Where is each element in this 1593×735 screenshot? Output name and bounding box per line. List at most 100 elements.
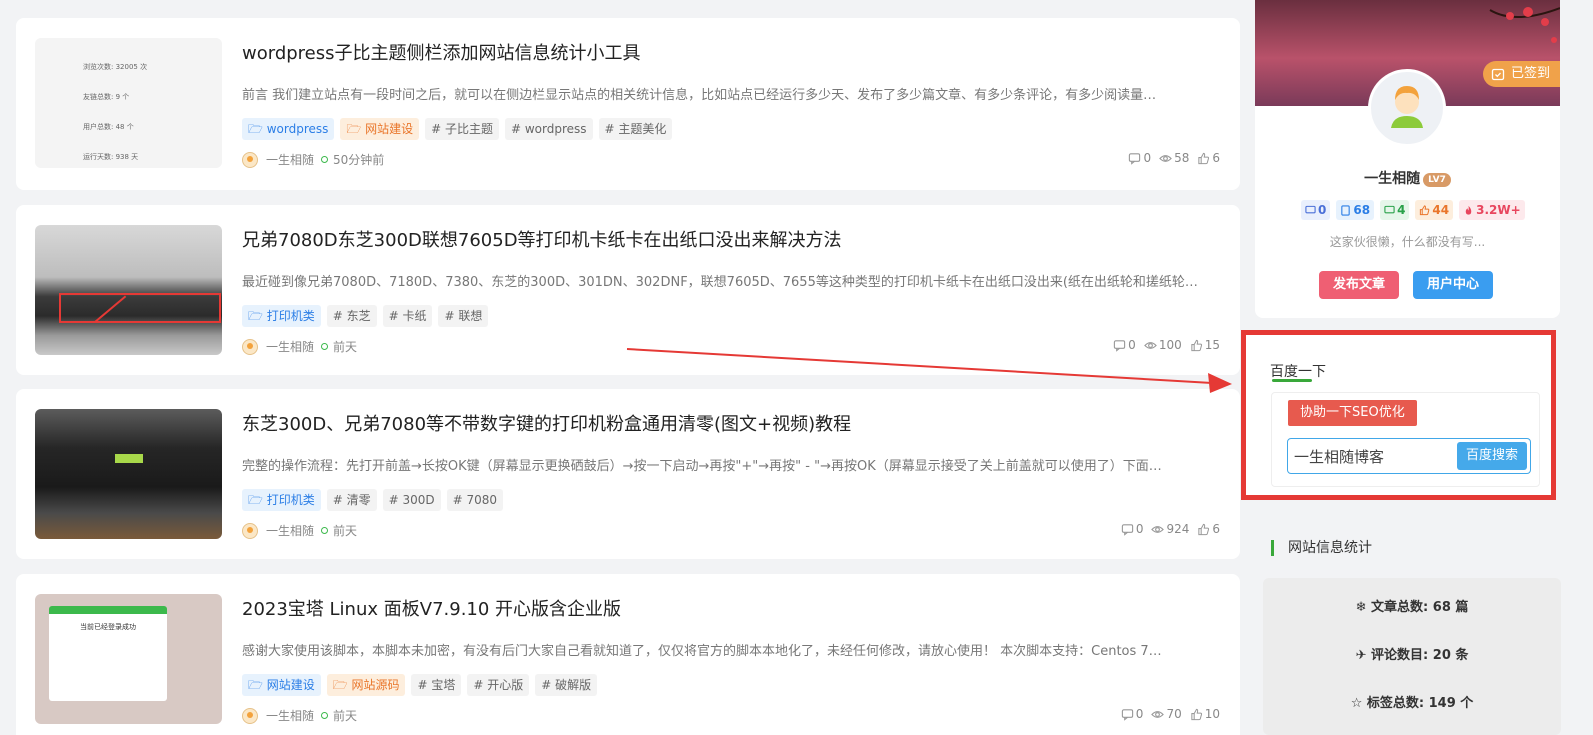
author-name[interactable]: 一生相随 <box>266 522 314 539</box>
topic-tag[interactable]: # 子比主题 <box>425 118 499 140</box>
folder-icon: 🗁 <box>332 678 348 692</box>
search-input-value[interactable]: 一生相随博客 <box>1294 446 1384 467</box>
plum-blossom-decoration <box>1489 7 1560 43</box>
author-name[interactable]: 一生相随 <box>266 151 314 168</box>
category-tag[interactable]: 🗁 wordpress <box>242 118 335 140</box>
username-row: 一生相随 LV7 <box>1255 168 1560 188</box>
user-avatar[interactable] <box>1368 69 1446 147</box>
online-dot-icon <box>321 156 329 163</box>
thumbs-up-icon[interactable] <box>1197 152 1210 165</box>
site-stats-panel: ❄ 文章总数: 68 篇 ✈ 评论数目: 20 条 ☆ 标签总数: 149 个 <box>1263 578 1561 735</box>
post-excerpt: 前言 我们建立站点有一段时间之后，就可以在侧边栏显示站点的相关统计信息，比如站点… <box>242 88 1157 103</box>
post-thumbnail[interactable] <box>35 409 222 539</box>
category-tag[interactable]: 🗁 打印机类 <box>242 305 321 327</box>
stat-comment-total: ✈ 评论数目: 20 条 <box>1355 648 1469 663</box>
thumbs-up-icon[interactable] <box>1197 523 1210 536</box>
baidu-search-widget: 百度一下 协助一下SEO优化 一生相随博客 百度搜索 <box>1241 330 1556 500</box>
like-count: 6 <box>1212 151 1220 165</box>
thumbs-up-icon[interactable] <box>1190 708 1203 721</box>
widget-title: 百度一下 <box>1270 364 1326 380</box>
like-count: 10 <box>1204 707 1220 721</box>
author-name[interactable]: 一生相随 <box>266 707 314 724</box>
post-card[interactable]: 当前已经登录成功 2023宝塔 Linux 面板V7.9.10 开心版含企业版 … <box>16 574 1240 735</box>
view-count: 70 <box>1166 707 1182 721</box>
level-badge: LV7 <box>1423 173 1451 187</box>
folder-icon: 🗁 <box>248 678 263 692</box>
post-meta: 一生相随 前天 <box>242 522 357 539</box>
avatar-icon <box>1391 86 1423 128</box>
author-avatar[interactable] <box>242 707 258 724</box>
count-articles[interactable]: 68 <box>1336 200 1375 220</box>
topic-tag[interactable]: # 开心版 <box>467 674 530 696</box>
baidu-search-button[interactable]: 百度搜索 <box>1456 442 1527 470</box>
highlight-box <box>59 293 221 323</box>
topic-tag[interactable]: # 宝塔 <box>411 674 462 696</box>
comment-icon <box>1121 708 1133 721</box>
count-likes[interactable]: 44 <box>1415 200 1454 220</box>
topic-tag[interactable]: # 7080 <box>446 489 504 511</box>
post-stats: 0 58 6 <box>1128 151 1220 165</box>
category-tag[interactable]: 🗁 打印机类 <box>242 489 321 511</box>
count-popularity[interactable]: 3.2W+ <box>1459 200 1525 220</box>
view-count: 924 <box>1166 522 1190 536</box>
topic-tag[interactable]: # 东芝 <box>326 305 377 327</box>
author-avatar[interactable] <box>242 338 258 355</box>
category-tag[interactable]: 🗁 网站建设 <box>340 118 420 140</box>
topic-tag[interactable]: # 主题美化 <box>598 118 673 140</box>
topic-tag[interactable]: # 破解版 <box>535 674 598 696</box>
post-title[interactable]: 2023宝塔 Linux 面板V7.9.10 开心版含企业版 <box>242 595 621 621</box>
post-card[interactable]: 浏览次数: 32005 次 友链总数: 9 个 用户总数: 48 个 运行天数:… <box>16 18 1240 190</box>
post-tags: 🗁 wordpress 🗁 网站建设 # 子比主题 # wordpress # … <box>242 118 673 140</box>
comment-count: 0 <box>1128 338 1136 352</box>
count-messages[interactable]: 0 <box>1301 200 1331 220</box>
comment-count: 0 <box>1135 522 1144 536</box>
stat-article-total: ❄ 文章总数: 68 篇 <box>1355 600 1469 615</box>
checkin-badge[interactable]: 已签到 <box>1482 61 1560 87</box>
profile-card: 已签到 一生相随 LV7 0 68 4 44 3.2W+ 这家伙很懒，什么都没有写… <box>1255 0 1560 318</box>
post-thumbnail[interactable]: 浏览次数: 32005 次 友链总数: 9 个 用户总数: 48 个 运行天数:… <box>35 38 222 168</box>
user-center-button[interactable]: 用户中心 <box>1413 271 1494 299</box>
count-comments[interactable]: 4 <box>1380 200 1410 220</box>
stat-tag-total: ☆ 标签总数: 149 个 <box>1350 696 1474 711</box>
thumbs-up-icon[interactable] <box>1190 339 1203 352</box>
online-dot-icon <box>321 343 329 350</box>
post-title[interactable]: wordpress子比主题侧栏添加网站信息统计小工具 <box>242 39 641 65</box>
author-avatar[interactable] <box>242 151 258 168</box>
post-card[interactable]: 东芝300D、兄弟7080等不带数字键的打印机粉盒通用清零(图文+视频)教程 完… <box>16 389 1240 559</box>
post-meta: 一生相随 前天 <box>242 338 357 355</box>
author-name[interactable]: 一生相随 <box>266 338 314 355</box>
chat-icon <box>1305 205 1316 213</box>
folder-icon: 🗁 <box>248 122 263 136</box>
folder-icon: 🗁 <box>248 309 263 323</box>
title-underline <box>1272 379 1312 382</box>
seo-label: 协助一下SEO优化 <box>1288 400 1417 426</box>
topic-tag[interactable]: # 卡纸 <box>382 305 433 327</box>
post-thumbnail[interactable]: 当前已经登录成功 <box>35 594 222 724</box>
post-tags: 🗁 打印机类 # 东芝 # 卡纸 # 联想 <box>242 305 489 327</box>
folder-icon: 🗁 <box>346 122 362 136</box>
comment-icon <box>1121 523 1133 536</box>
user-counts: 0 68 4 44 3.2W+ <box>1301 200 1525 220</box>
paper-plane-icon: ✈ <box>1355 648 1367 663</box>
author-avatar[interactable] <box>242 522 258 539</box>
eye-icon <box>1143 341 1157 349</box>
category-tag[interactable]: 🗁 网站建设 <box>242 674 321 696</box>
post-title[interactable]: 东芝300D、兄弟7080等不带数字键的打印机粉盒通用清零(图文+视频)教程 <box>242 410 851 436</box>
topic-tag[interactable]: # 清零 <box>326 489 377 511</box>
topic-tag[interactable]: # 300D <box>382 489 441 511</box>
post-title[interactable]: 兄弟7080D东芝300D联想7605D等打印机卡纸卡在出纸口没出来解决方法 <box>242 226 842 252</box>
post-excerpt: 完整的操作流程：先打开前盖→长按OK键（屏幕显示更换硒鼓后）→按一下启动→再按"… <box>242 459 1162 474</box>
baidu-search-input[interactable]: 一生相随博客 百度搜索 <box>1287 438 1531 474</box>
username[interactable]: 一生相随 <box>1364 171 1420 187</box>
comment-count: 0 <box>1135 707 1144 721</box>
post-stats: 0 70 10 <box>1121 707 1220 721</box>
post-card[interactable]: 兄弟7080D东芝300D联想7605D等打印机卡纸卡在出纸口没出来解决方法 最… <box>16 205 1240 375</box>
post-excerpt: 最近碰到像兄弟7080D、7180D、7380、东芝的300D、301DN、30… <box>242 275 1198 290</box>
topic-tag[interactable]: # wordpress <box>505 118 593 140</box>
category-tag[interactable]: 🗁 网站源码 <box>326 674 406 696</box>
comment-count: 0 <box>1143 151 1152 165</box>
post-stats: 0 924 6 <box>1121 522 1220 536</box>
publish-article-button[interactable]: 发布文章 <box>1319 271 1400 299</box>
post-thumbnail[interactable] <box>35 225 222 355</box>
topic-tag[interactable]: # 联想 <box>438 305 489 327</box>
